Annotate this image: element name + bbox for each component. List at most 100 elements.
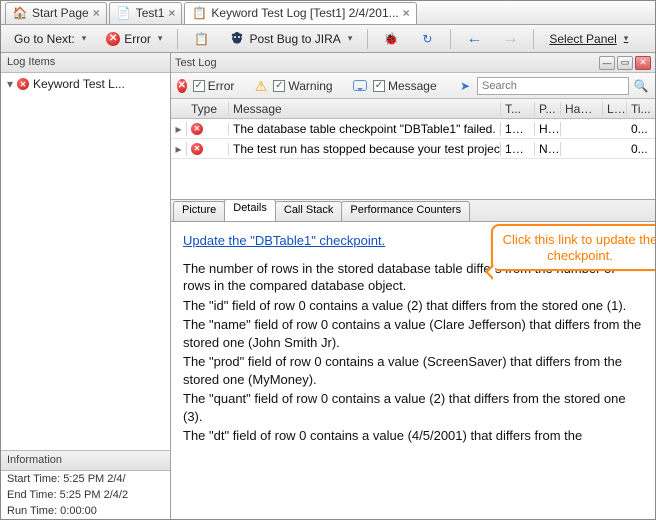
close-icon[interactable]: × xyxy=(93,6,100,20)
sync-icon: ↻ xyxy=(419,31,435,47)
tab-keyword-test-log[interactable]: 📋 Keyword Test Log [Test1] 2/4/201... × xyxy=(184,2,416,24)
info-start-time: Start Time: 5:25 PM 2/4/ xyxy=(1,471,170,487)
cell-ti: 0... xyxy=(627,142,655,156)
search-input[interactable] xyxy=(477,77,629,95)
col-type[interactable]: Type xyxy=(187,102,229,116)
warning-icon: ⚠ xyxy=(255,79,268,93)
minimize-button[interactable]: — xyxy=(599,56,615,70)
log-grid: Type Message T... P... Has ... L... Ti..… xyxy=(171,99,655,200)
col-priority[interactable]: P... xyxy=(535,102,561,116)
document-tabstrip: 🏠 Start Page × 📄 Test1 × 📋 Keyword Test … xyxy=(1,1,655,25)
close-icon[interactable]: × xyxy=(168,6,175,20)
go-to-next-button[interactable]: Go to Next: xyxy=(7,28,93,50)
warning-filter-label: Warning xyxy=(288,79,332,93)
select-panel-label: Select Panel xyxy=(549,32,616,46)
log-items-tree[interactable]: ▾ ✕ Keyword Test L... xyxy=(1,73,170,450)
main-area: Log Items ▾ ✕ Keyword Test L... Informat… xyxy=(1,53,655,519)
search-icon[interactable]: 🔍 xyxy=(633,78,649,94)
grid-row[interactable]: ▸ ✕ The database table checkpoint "DBTab… xyxy=(171,119,655,139)
bottom-tabstrip: Picture Details Call Stack Performance C… xyxy=(171,200,655,222)
log-items-header: Log Items xyxy=(1,53,170,73)
update-checkpoint-link[interactable]: Update the "DBTable1" checkpoint. xyxy=(183,233,385,248)
arrow-right-icon: → xyxy=(502,31,518,47)
information-panel: Information Start Time: 5:25 PM 2/4/ End… xyxy=(1,450,170,519)
maximize-button[interactable]: ▭ xyxy=(617,56,633,70)
home-icon: 🏠 xyxy=(12,5,28,21)
window-buttons: — ▭ ✕ xyxy=(599,56,651,70)
details-text: The "prod" field of row 0 contains a val… xyxy=(183,353,643,388)
sync-button[interactable]: ↻ xyxy=(412,28,442,50)
cell-time: 17:... xyxy=(501,142,535,156)
keyword-icon: 📄 xyxy=(116,5,132,21)
go-to-next-label: Go to Next: xyxy=(14,32,75,46)
expand-toggle[interactable]: ▸ xyxy=(171,142,187,156)
cursor-icon: ➤ xyxy=(457,78,473,94)
separator xyxy=(177,29,178,49)
info-run-time: Run Time: 0:00:00 xyxy=(1,503,170,519)
arrow-left-icon: ← xyxy=(466,31,482,47)
select-panel-button[interactable]: Select Panel xyxy=(542,28,635,50)
tab-performance-counters[interactable]: Performance Counters xyxy=(341,201,470,221)
col-message[interactable]: Message xyxy=(229,102,501,116)
cell-type: ✕ xyxy=(187,123,229,135)
tab-label: Test1 xyxy=(136,6,165,20)
search-box: ➤ 🔍 xyxy=(457,77,649,95)
bug-nav-button[interactable]: 🐞 xyxy=(376,28,406,50)
message-filter-checkbox[interactable]: ✓Message xyxy=(373,79,437,93)
col-l[interactable]: L... xyxy=(603,102,627,116)
annotation-callout: Click this link to update the checkpoint… xyxy=(491,224,655,271)
details-text: The "dt" field of row 0 contains a value… xyxy=(183,427,643,445)
tab-test1[interactable]: 📄 Test1 × xyxy=(109,2,183,24)
bug-icon: 🐞 xyxy=(383,31,399,47)
nav-back-button[interactable]: ← xyxy=(459,28,489,50)
log-icon: 📋 xyxy=(191,5,207,21)
clipboard-button[interactable]: 📋 xyxy=(186,28,216,50)
info-end-time: End Time: 5:25 PM 2/4/2 xyxy=(1,487,170,503)
cell-priority: N... xyxy=(535,142,561,156)
separator xyxy=(533,29,534,49)
post-bug-button[interactable]: Post Bug to JIRA xyxy=(222,28,359,50)
cell-ti: 0... xyxy=(627,122,655,136)
cell-message: The database table checkpoint "DBTable1"… xyxy=(229,122,501,136)
col-has[interactable]: Has ... xyxy=(561,102,603,116)
error-icon: ✕ xyxy=(177,79,187,93)
grid-row[interactable]: ▸ ✕ The test run has stopped because you… xyxy=(171,139,655,159)
warning-filter-checkbox[interactable]: ✓Warning xyxy=(273,79,332,93)
left-column: Log Items ▾ ✕ Keyword Test L... Informat… xyxy=(1,53,171,519)
message-icon xyxy=(353,78,367,94)
jira-icon xyxy=(229,31,245,47)
test-log-title: Test Log xyxy=(175,57,217,69)
checkbox-icon: ✓ xyxy=(193,80,205,92)
grid-body: ▸ ✕ The database table checkpoint "DBTab… xyxy=(171,119,655,199)
error-filter-button[interactable]: ✕ Error xyxy=(99,28,169,50)
error-filter-checkbox[interactable]: ✓Error xyxy=(193,79,235,93)
error-icon: ✕ xyxy=(17,78,29,90)
checkbox-icon: ✓ xyxy=(273,80,285,92)
tree-item-label: Keyword Test L... xyxy=(33,77,125,91)
collapse-icon[interactable]: ▾ xyxy=(7,77,13,91)
close-icon[interactable]: × xyxy=(403,6,410,20)
nav-forward-button[interactable]: → xyxy=(495,28,525,50)
col-time[interactable]: T... xyxy=(501,102,535,116)
separator xyxy=(450,29,451,49)
tab-call-stack[interactable]: Call Stack xyxy=(275,201,343,221)
details-pane: Click this link to update the checkpoint… xyxy=(171,222,655,519)
tab-details[interactable]: Details xyxy=(224,199,276,221)
tab-label: Start Page xyxy=(32,6,89,20)
col-ti[interactable]: Ti... xyxy=(627,102,655,116)
expand-toggle[interactable]: ▸ xyxy=(171,122,187,136)
tab-picture[interactable]: Picture xyxy=(173,201,225,221)
close-button[interactable]: ✕ xyxy=(635,56,651,70)
error-icon: ✕ xyxy=(106,32,120,46)
grid-header: Type Message T... P... Has ... L... Ti..… xyxy=(171,99,655,119)
error-icon: ✕ xyxy=(191,143,203,155)
tab-start-page[interactable]: 🏠 Start Page × xyxy=(5,2,107,24)
tab-label: Keyword Test Log [Test1] 2/4/201... xyxy=(211,6,398,20)
details-text: The "id" field of row 0 contains a value… xyxy=(183,297,643,315)
checkbox-icon: ✓ xyxy=(373,80,385,92)
separator xyxy=(367,29,368,49)
cell-message: The test run has stopped because your te… xyxy=(229,142,501,156)
error-icon: ✕ xyxy=(191,123,203,135)
test-log-header: Test Log — ▭ ✕ xyxy=(171,53,655,73)
tree-item-keyword-test-log[interactable]: ▾ ✕ Keyword Test L... xyxy=(7,77,164,91)
